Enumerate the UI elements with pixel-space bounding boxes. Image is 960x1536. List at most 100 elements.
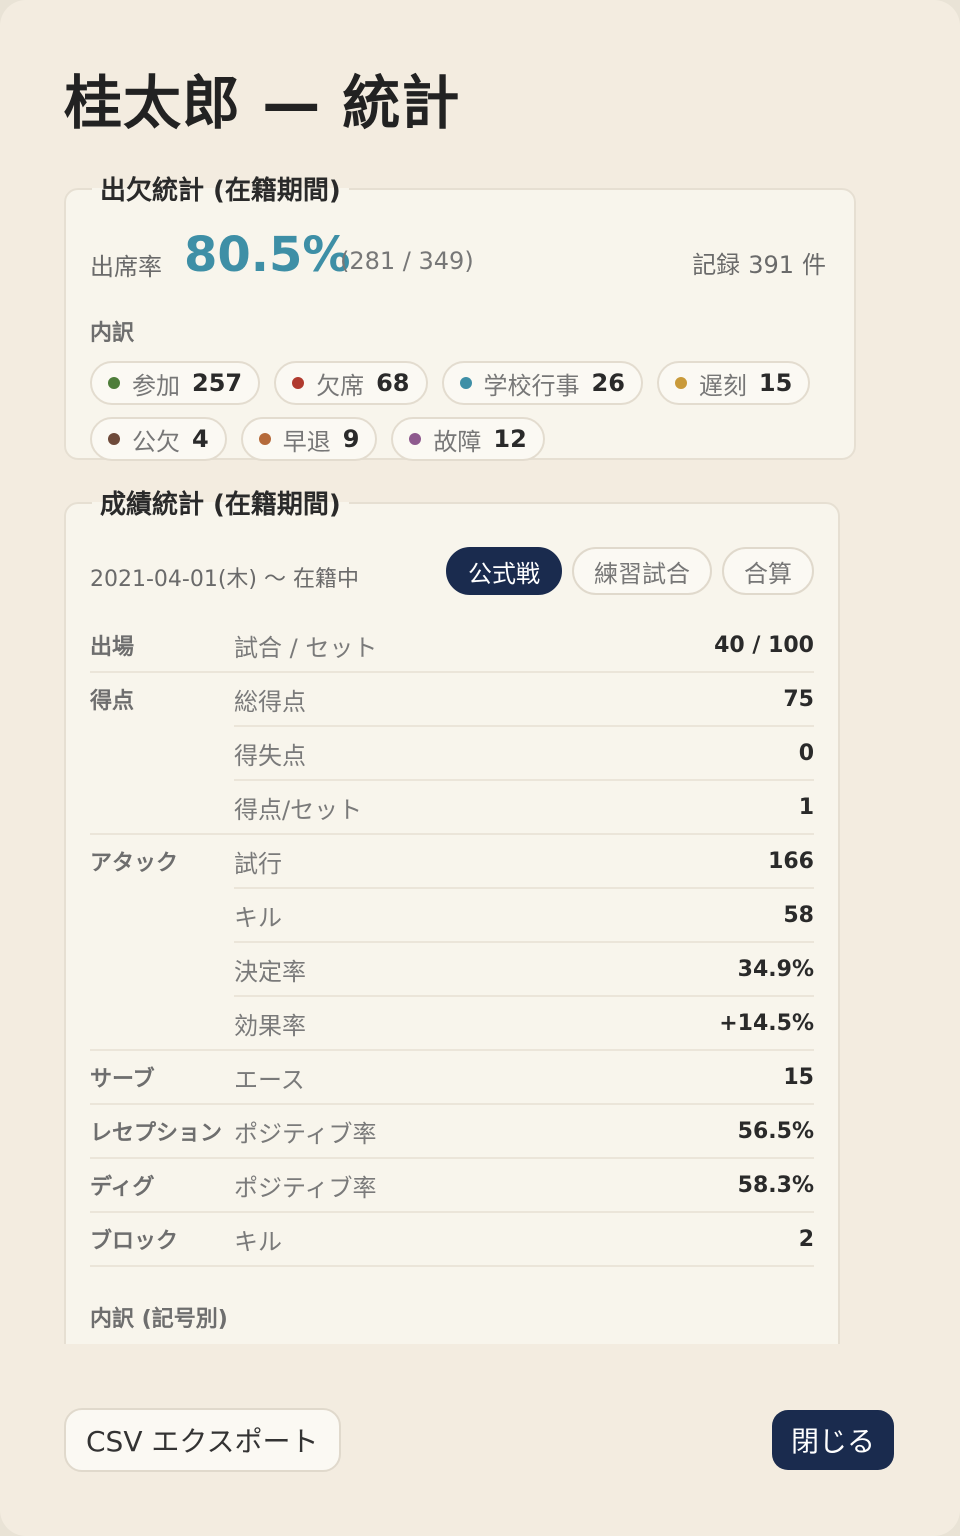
table-row: 総得点 75 — [234, 673, 814, 727]
chip-count: 15 — [758, 369, 793, 397]
table-row: 得点/セット 1 — [234, 781, 814, 833]
table-row: ポジティブ率 58.3% — [234, 1159, 814, 1211]
chip-label: 早退 — [282, 427, 331, 456]
stat-rows: 試合 / セット 40 / 100 — [234, 619, 814, 671]
match-type-segmented-control: 公式戦 練習試合 合算 — [446, 547, 814, 595]
stat-category: アタック — [90, 851, 179, 876]
stat-value: 56.5% — [737, 1118, 814, 1144]
chip-count: 26 — [591, 369, 625, 397]
chip-count: 12 — [493, 425, 527, 453]
attendance-legend: 出欠統計 (在籍期間) — [100, 176, 341, 206]
stat-value: 1 — [798, 794, 814, 820]
attendance-chip: 欠席 68 — [274, 361, 428, 405]
stat-rows: キル 2 — [234, 1213, 814, 1265]
status-dot-icon — [674, 377, 687, 389]
stats-dialog: 桂太郎 — 統計 出欠統計 (在籍期間) 出席率 80.5% (281 / 34… — [0, 0, 960, 1536]
status-dot-icon — [108, 377, 120, 389]
stat-label: 試行 — [234, 849, 282, 878]
attendance-chips: 参加 257 欠席 68 学校行事 26 遅刻 15 公欠 4 早退 9 故障 12 — [90, 361, 830, 461]
table-row: キル 58 — [234, 889, 814, 943]
stat-label: ポジティブ率 — [234, 1119, 377, 1148]
stat-rows: ポジティブ率 56.5% — [234, 1105, 814, 1157]
chip-label: 故障 — [433, 427, 482, 456]
stat-value: 166 — [768, 848, 814, 874]
stat-group: サーブ エース 15 — [90, 1051, 814, 1105]
rate-label: 出席率 — [90, 253, 162, 281]
table-row: 効果率 +14.5% — [234, 997, 814, 1049]
attendance-chip: 遅刻 15 — [656, 361, 811, 405]
stat-value: 34.9% — [737, 956, 814, 982]
segment-tab[interactable]: 公式戦 — [446, 547, 562, 595]
stat-group: 得点 総得点 75 得失点 0 得点/セット 1 — [90, 673, 814, 835]
chip-label: 参加 — [132, 371, 180, 400]
records-suffix: 件 — [802, 251, 826, 279]
stat-group: アタック 試行 166 キル 58 決定率 34.9% 効果率 +14.5% — [90, 835, 814, 1051]
stat-rows: 試行 166 キル 58 決定率 34.9% 効果率 +14.5% — [234, 835, 814, 1049]
table-row: エース 15 — [234, 1051, 814, 1103]
stat-category: ブロック — [90, 1229, 179, 1254]
stat-group: レセプション ポジティブ率 56.5% — [90, 1105, 814, 1159]
chip-count: 4 — [192, 425, 209, 453]
stats-table: 出場 試合 / セット 40 / 100 得点 総得点 75 得失点 0 得点/セット 1 アタック… — [90, 619, 814, 1267]
stat-value: 0 — [798, 740, 814, 766]
segment-tab[interactable]: 合算 — [722, 547, 814, 595]
period-text: 2021-04-01(木) 〜 在籍中 — [90, 567, 360, 592]
breakdown-label: 内訳 — [90, 321, 135, 346]
status-dot-icon — [258, 433, 271, 445]
stat-label: エース — [234, 1065, 305, 1094]
records-count: 記録 391 件 — [688, 245, 830, 280]
attendance-chip: 参加 257 — [90, 361, 261, 405]
records-number: 391 — [748, 251, 794, 279]
table-row: 試行 166 — [234, 835, 814, 889]
chip-label: 遅刻 — [698, 371, 747, 400]
stat-label: 得点/セット — [234, 795, 363, 824]
csv-export-button[interactable]: CSV エクスポート — [64, 1408, 341, 1472]
stat-label: ポジティブ率 — [234, 1173, 377, 1202]
stat-category: 出場 — [90, 635, 135, 660]
attendance-rate-row: 出席率 80.5% (281 / 349) 記録 391 件 — [90, 227, 830, 291]
status-dot-icon — [108, 433, 120, 445]
attendance-chip: 故障 12 — [391, 417, 545, 461]
status-dot-icon — [292, 377, 305, 389]
stats-card: 成績統計 (在籍期間) 2021-04-01(木) 〜 在籍中 公式戦 練習試合合… — [64, 484, 840, 1344]
chip-label: 欠席 — [316, 371, 365, 400]
chip-count: 9 — [342, 425, 360, 453]
stat-label: 決定率 — [234, 957, 306, 986]
stat-group: 出場 試合 / セット 40 / 100 — [90, 619, 814, 673]
stat-label: 総得点 — [234, 687, 306, 716]
stat-value: 58 — [783, 902, 814, 928]
stat-value: 15 — [783, 1064, 814, 1090]
chip-label: 学校行事 — [483, 371, 580, 400]
stat-label: キル — [234, 1227, 282, 1256]
stat-label: 効果率 — [234, 1011, 306, 1040]
attendance-card: 出欠統計 (在籍期間) 出席率 80.5% (281 / 349) 記録 391 件… — [64, 170, 856, 461]
stat-rows: エース 15 — [234, 1051, 814, 1103]
stat-label: キル — [234, 903, 282, 932]
status-dot-icon — [409, 433, 422, 445]
attendance-chip: 学校行事 26 — [441, 361, 643, 405]
segment-tab[interactable]: 練習試合 — [572, 547, 712, 595]
stat-value: 58.3% — [737, 1172, 814, 1198]
table-row: 決定率 34.9% — [234, 943, 814, 997]
close-button[interactable]: 閉じる — [772, 1410, 894, 1470]
stat-label: 得失点 — [234, 741, 306, 770]
table-row: ポジティブ率 56.5% — [234, 1105, 814, 1157]
rate-value: 80.5% — [184, 227, 351, 283]
stats-toolbar: 2021-04-01(木) 〜 在籍中 公式戦 練習試合 合算 — [90, 547, 814, 619]
stats-legend: 成績統計 (在籍期間) — [100, 490, 341, 520]
stat-value: 2 — [798, 1226, 814, 1252]
stat-group: ブロック キル 2 — [90, 1213, 814, 1267]
stat-category: サーブ — [90, 1067, 155, 1092]
dialog-scroll-area[interactable]: 出欠統計 (在籍期間) 出席率 80.5% (281 / 349) 記録 391 件… — [64, 170, 864, 1344]
stat-category: レセプション — [90, 1121, 223, 1146]
stat-value: +14.5% — [719, 1010, 814, 1036]
stat-label: 試合 / セット — [234, 633, 378, 662]
chip-count: 68 — [376, 369, 410, 397]
stat-category: 得点 — [90, 689, 135, 714]
table-row: 得失点 0 — [234, 727, 814, 781]
stat-category: ディグ — [90, 1175, 155, 1200]
status-dot-icon — [459, 377, 472, 389]
stat-rows: 総得点 75 得失点 0 得点/セット 1 — [234, 673, 814, 833]
table-row: 試合 / セット 40 / 100 — [234, 619, 814, 671]
stat-value: 40 / 100 — [714, 632, 814, 658]
